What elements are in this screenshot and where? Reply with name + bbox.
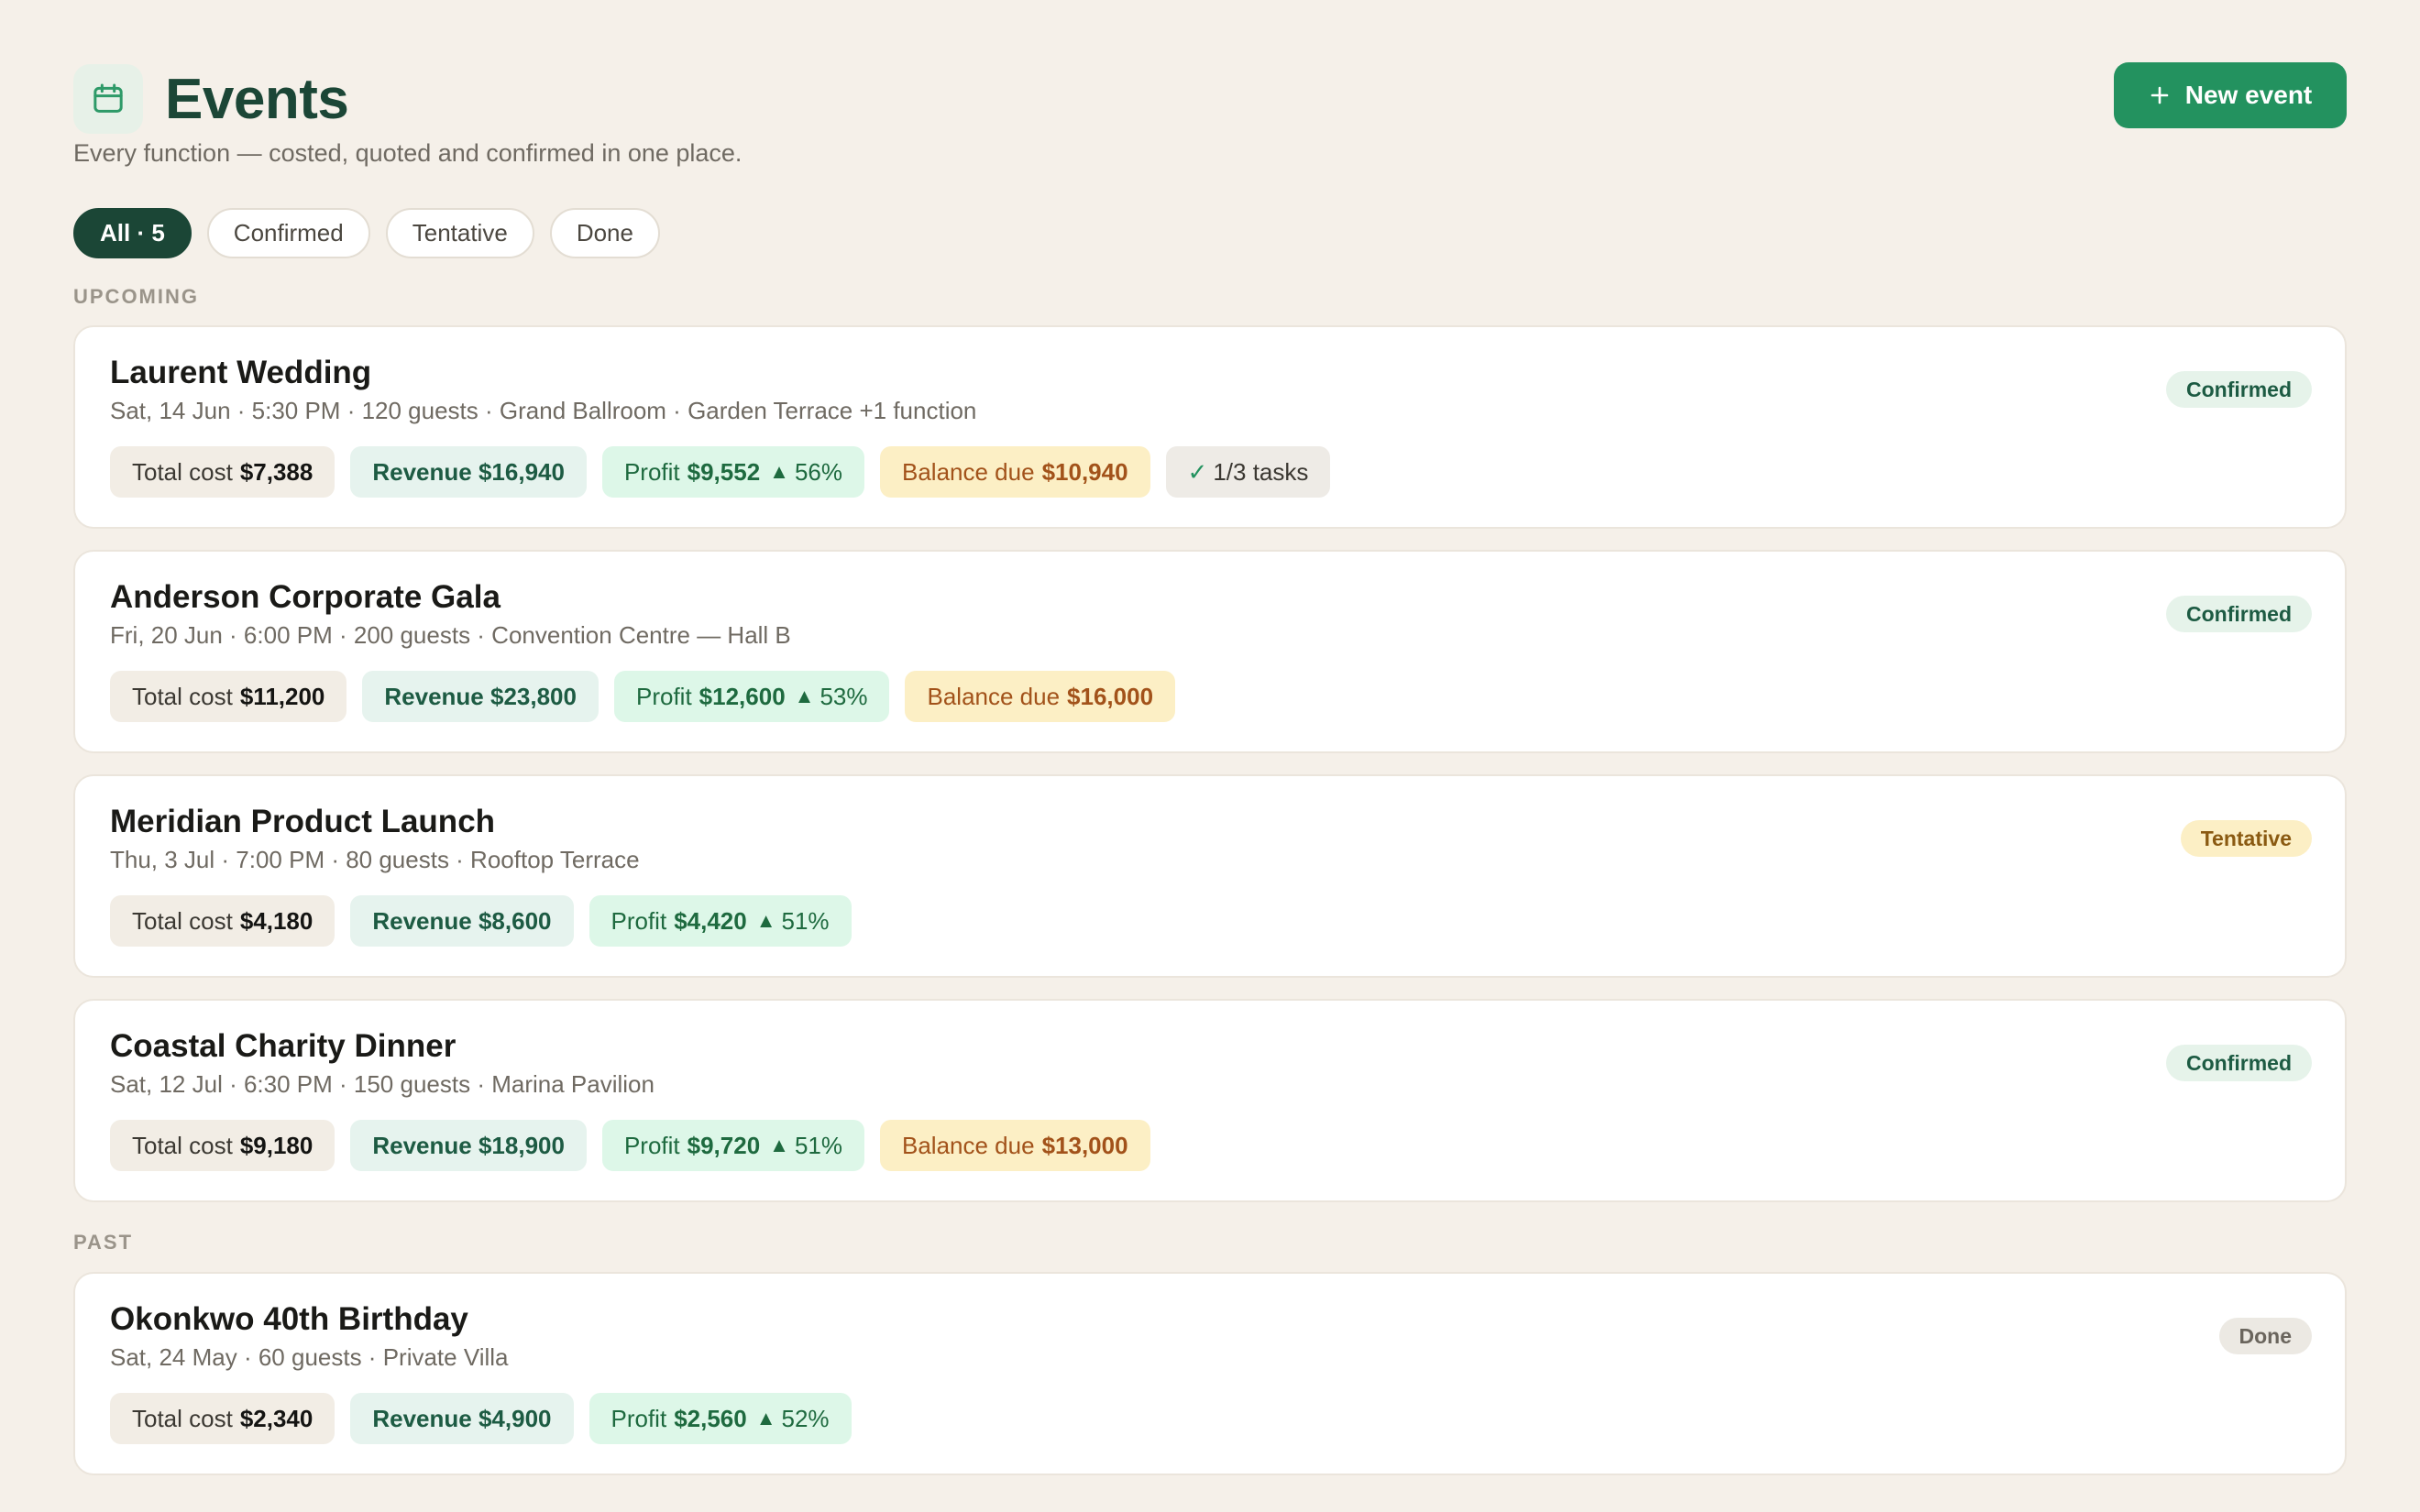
filter-tentative[interactable]: Tentative: [385, 208, 534, 258]
event-metrics: Total cost $2,340 Revenue $4,900 Profit $2…: [110, 1393, 852, 1444]
new-event-button[interactable]: New event: [2114, 62, 2347, 128]
section-upcoming-label: UPCOMING: [73, 285, 199, 308]
revenue-pill: Revenue $18,900: [350, 1120, 587, 1171]
profit-pill: Profit $9,720 ▲ 51%: [601, 1120, 864, 1171]
section-past-label: PAST: [73, 1231, 134, 1254]
status-badge: Tentative: [2180, 820, 2312, 857]
status-badge: Confirmed: [2166, 1045, 2312, 1081]
event-title: Anderson Corporate Gala: [110, 579, 500, 615]
filter-confirmed[interactable]: Confirmed: [206, 208, 370, 258]
page-title: Events: [165, 67, 349, 131]
event-card-okonkwo-40th-birthday[interactable]: Okonkwo 40th Birthday Sat, 24 May · 60 g…: [73, 1272, 2347, 1475]
event-card-anderson-corporate-gala[interactable]: Anderson Corporate Gala Fri, 20 Jun · 6:…: [73, 550, 2347, 753]
triangle-up-icon: ▲: [769, 1134, 789, 1156]
revenue-pill: Revenue $23,800: [362, 671, 599, 722]
profit-pill: Profit $9,552 ▲ 56%: [601, 446, 864, 498]
triangle-up-icon: ▲: [769, 460, 789, 483]
total-cost-pill: Total cost $2,340: [110, 1393, 336, 1444]
calendar-icon: [73, 64, 143, 134]
status-badge: Confirmed: [2166, 371, 2312, 408]
event-metrics: Total cost $4,180 Revenue $8,600 Profit $4…: [110, 895, 852, 947]
balance-due-pill: Balance due $13,000: [880, 1120, 1150, 1171]
revenue-pill: Revenue $4,900: [350, 1393, 574, 1444]
balance-due-pill: Balance due $16,000: [905, 671, 1176, 722]
balance-due-pill: Balance due $10,940: [880, 446, 1150, 498]
filter-all[interactable]: All · 5: [73, 208, 192, 258]
total-cost-pill: Total cost $4,180: [110, 895, 336, 947]
profit-pill: Profit $12,600 ▲ 53%: [613, 671, 890, 722]
filter-chips: All · 5 Confirmed Tentative Done: [73, 208, 660, 258]
page-subtitle: Every function — costed, quoted and conf…: [73, 139, 742, 167]
total-cost-pill: Total cost $7,388: [110, 446, 336, 498]
events-page: Events Every function — costed, quoted a…: [0, 0, 2420, 1512]
new-event-label: New event: [2184, 81, 2313, 109]
event-title: Meridian Product Launch: [110, 804, 496, 839]
event-meta: Sat, 24 May · 60 guests · Private Villa: [110, 1343, 509, 1372]
event-meta: Fri, 20 Jun · 6:00 PM · 200 guests · Con…: [110, 621, 791, 650]
event-title: Laurent Wedding: [110, 355, 372, 390]
status-badge: Confirmed: [2166, 596, 2312, 632]
revenue-pill: Revenue $16,940: [350, 446, 587, 498]
status-badge: Done: [2218, 1318, 2312, 1354]
plus-icon: [2150, 86, 2169, 104]
event-metrics: Total cost $7,388 Revenue $16,940 Profit $…: [110, 446, 1331, 498]
event-metrics: Total cost $9,180 Revenue $18,900 Profit $…: [110, 1120, 1150, 1171]
total-cost-pill: Total cost $11,200: [110, 671, 347, 722]
event-title: Okonkwo 40th Birthday: [110, 1301, 468, 1337]
page-header: Events: [73, 64, 349, 134]
filter-done[interactable]: Done: [549, 208, 660, 258]
tasks-pill[interactable]: ✓ 1/3 tasks: [1165, 446, 1331, 498]
revenue-pill: Revenue $8,600: [350, 895, 574, 947]
event-card-meridian-product-launch[interactable]: Meridian Product Launch Thu, 3 Jul · 7:0…: [73, 774, 2347, 978]
triangle-up-icon: ▲: [755, 909, 776, 932]
event-title: Coastal Charity Dinner: [110, 1028, 456, 1064]
triangle-up-icon: ▲: [755, 1407, 776, 1430]
triangle-up-icon: ▲: [794, 685, 815, 707]
total-cost-pill: Total cost $9,180: [110, 1120, 336, 1171]
profit-pill: Profit $4,420 ▲ 51%: [588, 895, 852, 947]
event-card-coastal-charity-dinner[interactable]: Coastal Charity Dinner Sat, 12 Jul · 6:3…: [73, 999, 2347, 1202]
event-metrics: Total cost $11,200 Revenue $23,800 Profit…: [110, 671, 1176, 722]
profit-pill: Profit $2,560 ▲ 52%: [588, 1393, 852, 1444]
event-meta: Thu, 3 Jul · 7:00 PM · 80 guests · Rooft…: [110, 846, 640, 874]
check-icon: ✓: [1187, 457, 1208, 486]
event-meta: Sat, 14 Jun · 5:30 PM · 120 guests · Gra…: [110, 397, 977, 425]
event-meta: Sat, 12 Jul · 6:30 PM · 150 guests · Mar…: [110, 1070, 654, 1099]
event-card-laurent-wedding[interactable]: Laurent Wedding Sat, 14 Jun · 5:30 PM · …: [73, 325, 2347, 529]
